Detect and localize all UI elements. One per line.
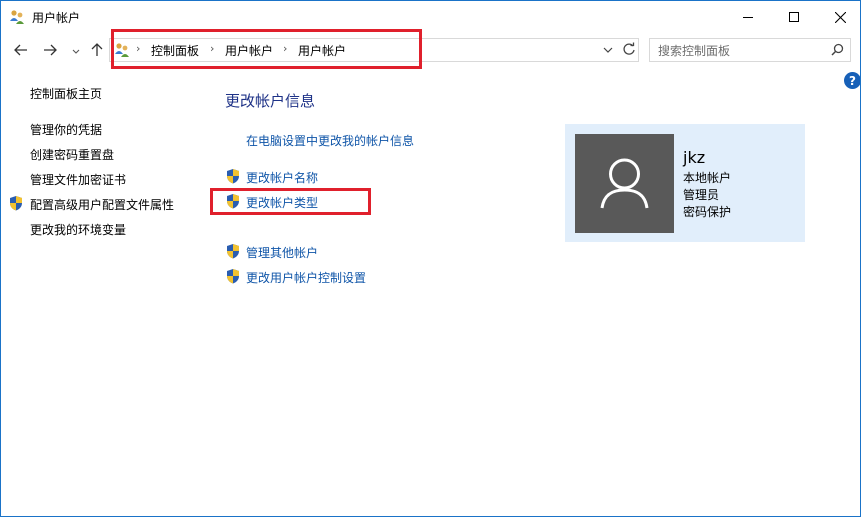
account-type: 本地帐户 xyxy=(683,171,732,185)
account-card: jkz 本地帐户 管理员 密码保护 xyxy=(565,124,805,242)
account-password-status: 密码保护 xyxy=(683,205,732,219)
breadcrumb-control-panel[interactable]: 控制面板 xyxy=(151,42,199,59)
uac-shield-icon xyxy=(225,168,241,184)
user-accounts-icon xyxy=(114,42,130,58)
uac-settings-link[interactable]: 更改用户帐户控制设置 xyxy=(246,269,366,286)
window-title: 用户帐户 xyxy=(32,11,81,25)
chevron-down-icon[interactable] xyxy=(603,43,613,57)
chevron-right-icon[interactable]: › xyxy=(210,42,214,55)
refresh-icon[interactable] xyxy=(621,41,637,57)
pc-settings-link[interactable]: 在电脑设置中更改我的帐户信息 xyxy=(246,132,414,149)
help-icon[interactable]: ? xyxy=(844,72,860,89)
search-placeholder: 搜索控制面板 xyxy=(658,44,731,58)
user-accounts-icon xyxy=(9,9,25,25)
sidebar-item-create-reset-disk[interactable]: 创建密码重置盘 xyxy=(30,146,114,163)
uac-shield-icon xyxy=(225,193,241,209)
chevron-right-icon: › xyxy=(136,42,141,55)
minimize-button[interactable] xyxy=(725,1,771,33)
change-account-name-link[interactable]: 更改帐户名称 xyxy=(246,169,318,186)
uac-shield-icon xyxy=(225,243,241,259)
chevron-right-icon[interactable]: › xyxy=(283,42,287,55)
search-input[interactable]: 搜索控制面板 xyxy=(649,38,851,62)
chevron-down-icon[interactable] xyxy=(68,44,84,60)
user-avatar-icon xyxy=(600,158,649,209)
manage-other-accounts-link[interactable]: 管理其他帐户 xyxy=(246,244,318,261)
navigation-bar: › 控制面板 › 用户帐户 › 用户帐户 搜索控制面板 xyxy=(1,33,860,67)
maximize-icon xyxy=(789,12,799,22)
change-account-type-link[interactable]: 更改帐户类型 xyxy=(246,194,318,211)
sidebar-item-file-encryption-certs[interactable]: 管理文件加密证书 xyxy=(30,171,126,188)
page-heading: 更改帐户信息 xyxy=(225,92,316,110)
close-button[interactable] xyxy=(817,1,860,33)
minimize-icon xyxy=(743,17,753,18)
account-role: 管理员 xyxy=(683,188,720,202)
back-arrow-icon[interactable] xyxy=(13,42,29,58)
maximize-button[interactable] xyxy=(771,1,817,33)
up-arrow-icon[interactable] xyxy=(89,42,105,58)
title-bar: 用户帐户 xyxy=(1,1,860,33)
sidebar-item-control-panel-home[interactable]: 控制面板主页 xyxy=(30,85,102,102)
address-bar[interactable]: › 控制面板 › 用户帐户 › 用户帐户 xyxy=(109,38,639,62)
sidebar-item-manage-credentials[interactable]: 管理你的凭据 xyxy=(30,121,102,138)
sidebar-item-environment-variables[interactable]: 更改我的环境变量 xyxy=(30,221,126,238)
avatar xyxy=(575,134,674,233)
account-name: jkz xyxy=(683,148,706,167)
forward-arrow-icon[interactable] xyxy=(42,42,58,58)
breadcrumb-user-accounts[interactable]: 用户帐户 xyxy=(225,42,273,59)
user-accounts-window: 用户帐户 › 控制面板 › 用户帐户 › 用户帐户 搜索控制面板 ? 控制面板主… xyxy=(0,0,861,517)
search-icon[interactable] xyxy=(831,43,844,59)
uac-shield-icon xyxy=(225,268,241,284)
uac-shield-icon xyxy=(8,195,24,211)
close-icon xyxy=(834,11,846,23)
breadcrumb-user-accounts-current[interactable]: 用户帐户 xyxy=(298,42,346,59)
sidebar-item-advanced-profile-properties[interactable]: 配置高级用户配置文件属性 xyxy=(30,196,174,213)
